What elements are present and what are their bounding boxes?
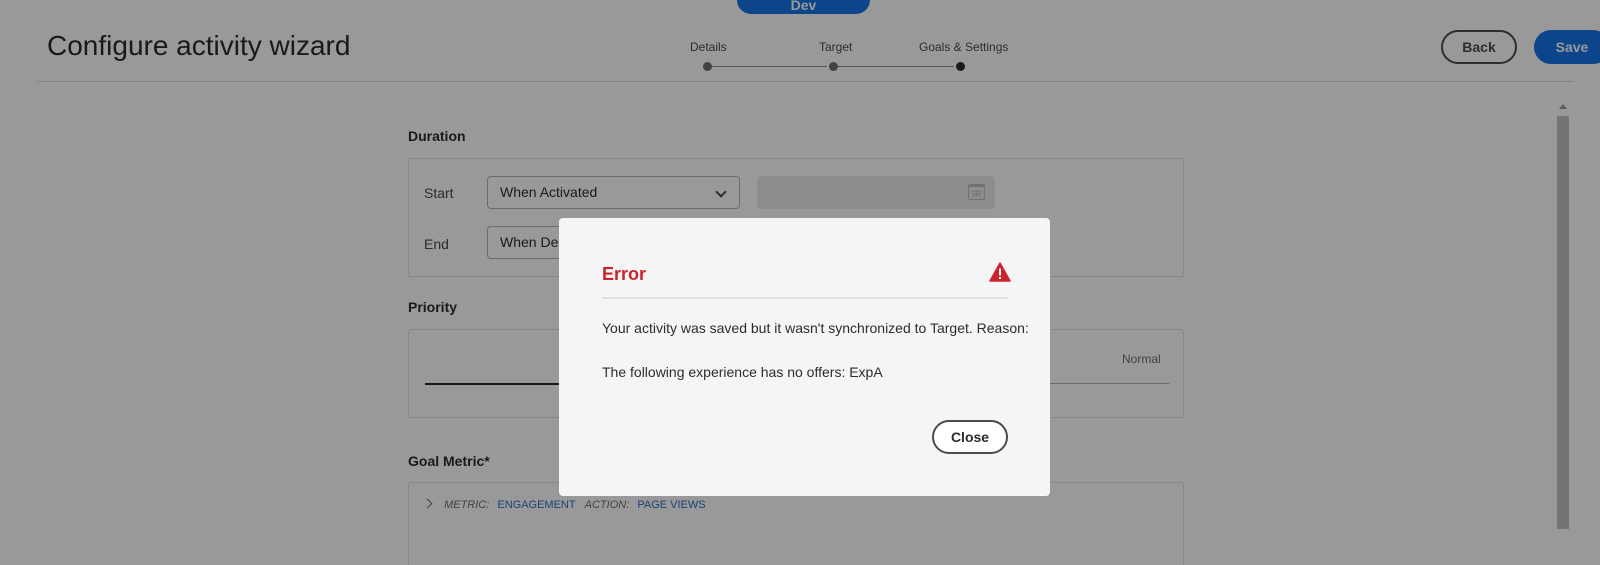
alert-triangle-icon (989, 262, 1011, 282)
dialog-message: Your activity was saved but it wasn't sy… (602, 320, 1029, 336)
dialog-reason: The following experience has no offers: … (602, 364, 883, 380)
dialog-title: Error (602, 264, 647, 284)
dialog-divider (602, 297, 1008, 299)
close-button[interactable]: Close (932, 420, 1008, 454)
error-dialog: Error Your activity was saved but it was… (559, 218, 1050, 496)
